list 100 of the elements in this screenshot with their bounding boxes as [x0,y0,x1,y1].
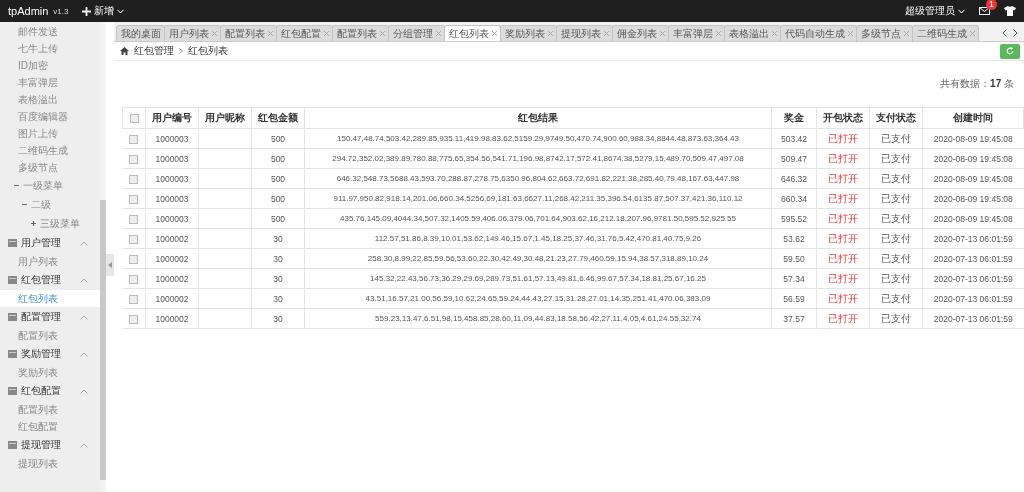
tree-node[interactable]: 一级菜单 [0,176,100,195]
sidebar-group[interactable]: 配置管理 [0,307,100,327]
table-cell: 已打开 [828,172,858,184]
table-cell: 646.32,548.73,5688.43,593.70,288.87,278.75,6350.96,804.62,663.72,691.82,221.38,285.40,79.48,167.63,447.98 [336,174,740,183]
tab[interactable]: 表格溢出 [724,25,781,41]
sidebar-item[interactable]: 配置列表 [0,401,100,418]
sidebar-item[interactable]: 百度编辑器 [0,108,100,125]
table-cell: 150.47,48.74,503.42,289.85,935.11,419.98,83.62,5159.29,9749.50,470.74,900.60,988.34,8844.48,873.63,364.43 [337,134,739,143]
mail-icon[interactable] [979,7,990,15]
row-checkbox[interactable] [129,214,139,224]
close-icon[interactable] [660,31,665,36]
sidebar-item[interactable]: 配置列表 [0,327,100,344]
tab[interactable]: 丰富弹层 [668,25,725,41]
chevron-icon [80,240,88,246]
sidebar-item[interactable]: 七牛上传 [0,40,100,57]
sidebar-group[interactable]: 红包配置 [0,381,100,401]
sidebar-item[interactable]: ID加密 [0,57,100,74]
tab[interactable]: 佣金列表 [612,25,669,41]
close-icon[interactable] [772,31,777,36]
close-icon[interactable] [548,31,553,36]
row-checkbox[interactable] [129,194,139,204]
close-icon[interactable] [716,31,721,36]
row-checkbox[interactable] [129,234,139,244]
sidebar-item[interactable]: 二维码生成 [0,142,100,159]
tree-node[interactable]: 三级菜单 [0,214,100,233]
table-cell: 30 [273,233,283,244]
close-icon[interactable] [212,31,217,36]
table-cell: 30 [273,313,283,324]
column-header: 奖金 [771,107,817,129]
table-cell: 2020-08-09 19:45:08 [933,153,1013,164]
breadcrumb-link[interactable]: 红包管理 [134,44,174,58]
refresh-button[interactable] [1000,43,1020,59]
table-cell: 500 [270,173,286,184]
row-checkbox[interactable] [129,314,139,324]
chevron-icon [80,442,88,448]
close-icon[interactable] [970,31,975,36]
sidebar-item[interactable]: 多级节点 [0,159,100,176]
table-cell: 已打开 [828,292,858,304]
row-checkbox[interactable] [129,154,139,164]
sidebar-group[interactable]: 红包管理 [0,270,100,290]
sidebar-item[interactable]: 用户列表 [0,253,100,270]
tab[interactable]: 多级节点 [856,25,913,41]
row-checkbox[interactable] [129,174,139,184]
close-icon[interactable] [492,31,497,36]
shirt-icon[interactable] [1004,6,1016,16]
sidebar-item[interactable]: 奖励列表 [0,364,100,381]
table-cell: 1000002 [155,313,189,324]
user-menu-button[interactable]: 超级管理员 [905,4,965,18]
tab[interactable]: 红包配置 [276,25,333,41]
table-cell: 1000003 [155,153,189,164]
tab[interactable]: 奖励列表 [500,25,557,41]
sidebar-group[interactable]: 提现管理 [0,435,100,455]
sidebar-item[interactable]: 红包列表 [0,290,100,307]
table-cell: 30 [273,253,283,264]
close-icon[interactable] [904,31,909,36]
collapse-handle[interactable] [106,254,114,276]
refresh-icon [1006,47,1014,55]
tab[interactable]: 配置列表 [220,25,277,41]
tab[interactable]: 红包列表 [444,25,501,41]
select-all-checkbox[interactable] [129,114,139,124]
sidebar-group[interactable]: 用户管理 [0,233,100,253]
sidebar-item[interactable]: 图片上传 [0,125,100,142]
sidebar-item[interactable]: 提现列表 [0,455,100,472]
row-checkbox[interactable] [129,274,139,284]
sidebar-group[interactable]: 奖励管理 [0,344,100,364]
table-cell: 145.32,22.43,56.73,36.29,29.69,289.73,51.61,57.13,49.81,6.46,99.67,57.34,18.81,25.67,16.25 [370,274,706,283]
close-icon[interactable] [604,31,609,36]
row-checkbox[interactable] [129,294,139,304]
sidebar-item[interactable]: 丰富弹层 [0,74,100,91]
table-cell: 1000002 [155,293,189,304]
toggle-icon [14,183,19,188]
table-cell: 1000003 [155,133,189,144]
row-checkbox[interactable] [129,254,139,264]
tab[interactable]: 我的桌面 [116,25,165,41]
close-icon[interactable] [848,31,853,36]
table-cell: 1000003 [155,213,189,224]
chevron-left-icon[interactable] [1002,29,1007,37]
tab[interactable]: 用户列表 [164,25,221,41]
table-cell: 57.34 [783,273,805,284]
row-checkbox[interactable] [129,134,139,144]
sidebar-item[interactable]: 红包配置 [0,418,100,435]
tab[interactable]: 分组管理 [388,25,445,41]
sidebar-item[interactable]: 表格溢出 [0,91,100,108]
tab[interactable]: 二维码生成 [912,25,979,41]
tree-node[interactable]: 二级 [0,195,100,214]
close-icon[interactable] [380,31,385,36]
tab[interactable]: 配置列表 [332,25,389,41]
close-icon[interactable] [436,31,441,36]
sidebar-item[interactable]: 邮件发送 [0,23,100,40]
close-icon[interactable] [324,31,329,36]
chevron-right-icon[interactable] [1013,29,1018,37]
scrollbar[interactable] [100,22,106,492]
tab[interactable]: 代码自动生成 [780,25,857,41]
plus-icon [82,6,92,16]
table-cell: 已支付 [881,152,911,164]
add-menu-button[interactable]: 新增 [82,4,125,18]
table-cell: 1000002 [155,233,189,244]
tab[interactable]: 提现列表 [556,25,613,41]
table-cell: 已打开 [828,232,858,244]
close-icon[interactable] [268,31,273,36]
